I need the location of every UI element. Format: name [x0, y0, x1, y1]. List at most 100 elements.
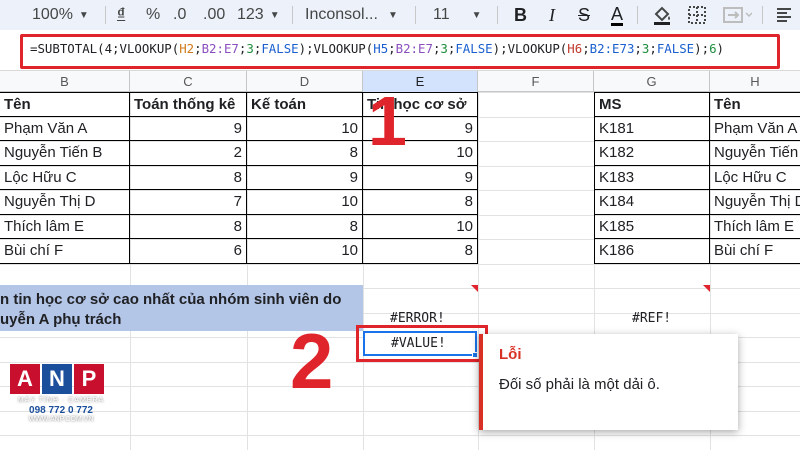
increase-decimal-button[interactable]: .00: [203, 0, 225, 30]
bold-button[interactable]: B: [514, 0, 527, 30]
increase-decimal-icon: .00: [203, 6, 226, 23]
table-cell[interactable]: 7: [130, 190, 247, 215]
error-indicator-icon: [703, 285, 710, 292]
table-cell[interactable]: Phạm Văn A: [0, 116, 130, 141]
column-header-h[interactable]: H: [710, 71, 800, 92]
number-format-dropdown[interactable]: 123 ▼: [237, 0, 280, 30]
table-cell[interactable]: 10: [363, 214, 478, 239]
fill-handle[interactable]: [472, 352, 478, 358]
formula-segment: ;: [194, 41, 202, 56]
borders-icon: [688, 6, 706, 24]
currency-button[interactable]: ₫: [117, 0, 125, 30]
table-header-cell[interactable]: Toán thống kê: [130, 92, 247, 117]
table-cell[interactable]: 8: [363, 239, 478, 264]
font-size-dropdown[interactable]: 11 ▼: [433, 0, 482, 30]
cell-h-ref[interactable]: #REF!: [632, 311, 671, 326]
table-cell[interactable]: K186: [594, 239, 710, 264]
table-header-cell[interactable]: Tên: [710, 92, 800, 117]
table-header-cell[interactable]: MS: [594, 92, 710, 117]
annotation-number-2: 2: [290, 317, 334, 405]
percent-button[interactable]: %: [146, 0, 160, 30]
chevron-down-icon: ▼: [387, 9, 398, 21]
formula-boolean: FALSE: [656, 41, 695, 56]
gridline: [0, 435, 800, 436]
formula-segment: ;: [388, 41, 396, 56]
italic-button[interactable]: I: [549, 0, 555, 30]
table-cell[interactable]: Nguyễn Tiến B: [0, 141, 130, 166]
table-cell[interactable]: Bùi chí F: [0, 239, 130, 264]
table-header-cell[interactable]: Kế toán: [247, 92, 363, 117]
strikethrough-button[interactable]: S: [578, 0, 590, 30]
table-cell[interactable]: 8: [130, 165, 247, 190]
cell-e-error[interactable]: #ERROR!: [390, 311, 445, 326]
error-popup-title: Lỗi: [499, 346, 522, 363]
merge-cells-button[interactable]: [722, 0, 752, 30]
number-format-label: 123: [237, 6, 264, 23]
table-cell[interactable]: Thích lâm E: [0, 214, 130, 239]
fill-color-icon: [654, 6, 670, 25]
column-header-g[interactable]: G: [594, 71, 710, 92]
font-size-label: 11: [433, 6, 450, 23]
fill-color-button[interactable]: [652, 0, 672, 30]
error-popup: Lỗi Đối số phải là một dải ô.: [479, 334, 738, 430]
table-cell[interactable]: K185: [594, 214, 710, 239]
table-cell[interactable]: 10: [247, 190, 363, 215]
zoom-value: 100%: [32, 6, 73, 23]
decrease-decimal-button[interactable]: .0: [173, 0, 186, 30]
text-color-button[interactable]: A: [611, 0, 624, 30]
column-header-f[interactable]: F: [478, 71, 594, 92]
error-indicator-icon: [471, 285, 478, 292]
chevron-down-icon: ▼: [269, 9, 280, 21]
column-header-d[interactable]: D: [247, 71, 363, 92]
formula-segment: ): [716, 41, 724, 56]
table-cell[interactable]: Nguyễn Tiến B: [710, 141, 800, 166]
formula-boolean: FALSE: [261, 41, 299, 56]
formula-segment: );VLOOKUP(: [298, 41, 374, 56]
table-cell[interactable]: 9: [247, 165, 363, 190]
align-button[interactable]: [775, 0, 793, 30]
table-cell[interactable]: 6: [130, 239, 247, 264]
table-cell[interactable]: Nguyễn Thị D: [710, 190, 800, 215]
table-cell[interactable]: Nguyễn Thị D: [0, 190, 130, 215]
cell-value-text: #VALUE!: [391, 336, 446, 351]
table-cell[interactable]: Bùi chí F: [710, 239, 800, 264]
zoom-dropdown[interactable]: 100% ▼: [32, 0, 89, 30]
table-cell[interactable]: 9: [130, 116, 247, 141]
table-cell[interactable]: K181: [594, 116, 710, 141]
formula-ref-h6: H6: [567, 41, 583, 56]
formula-number: 3: [246, 41, 254, 56]
table-cell[interactable]: Lộc Hữu C: [0, 165, 130, 190]
logo-letter: A: [10, 364, 40, 394]
italic-icon: I: [549, 4, 555, 25]
table-cell[interactable]: K183: [594, 165, 710, 190]
table-cell[interactable]: K182: [594, 141, 710, 166]
table-cell[interactable]: Phạm Văn A: [710, 117, 800, 141]
formula-text[interactable]: =SUBTOTAL(4;VLOOKUP(H2;B2:E7;3;FALSE);VL…: [30, 41, 724, 56]
table-cell[interactable]: 10: [247, 239, 363, 264]
table-cell[interactable]: 10: [247, 116, 363, 141]
table-cell[interactable]: K184: [594, 190, 710, 215]
table-cell[interactable]: Lộc Hữu C: [710, 166, 800, 190]
selected-cell-e-value[interactable]: #VALUE!: [363, 331, 477, 356]
table-cell[interactable]: 8: [363, 190, 478, 215]
logo-letter: P: [74, 364, 104, 394]
logo-tagline: MÁY TÍNH · CAMERA: [17, 397, 105, 404]
chevron-down-icon: ▼: [78, 9, 89, 21]
formula-segment: ;: [649, 41, 657, 56]
column-header-c[interactable]: C: [130, 71, 247, 92]
formula-boolean: FALSE: [455, 41, 493, 56]
chevron-down-icon: ▼: [471, 9, 482, 21]
formula-ref-range: B2:E73: [589, 41, 635, 56]
font-family-dropdown[interactable]: Inconsol... ▼: [305, 0, 398, 30]
table-cell[interactable]: 8: [247, 214, 363, 239]
table-cell[interactable]: 8: [247, 141, 363, 166]
column-header-b[interactable]: B: [0, 71, 130, 92]
formula-ref-range: B2:E7: [201, 41, 239, 56]
toolbar-divider: [762, 6, 763, 24]
table-header-cell[interactable]: Tên: [0, 92, 130, 117]
table-cell[interactable]: 9: [363, 165, 478, 190]
table-cell[interactable]: Thích lâm E: [710, 215, 800, 239]
table-cell[interactable]: 2: [130, 141, 247, 166]
table-cell[interactable]: 8: [130, 214, 247, 239]
borders-button[interactable]: [687, 0, 707, 30]
